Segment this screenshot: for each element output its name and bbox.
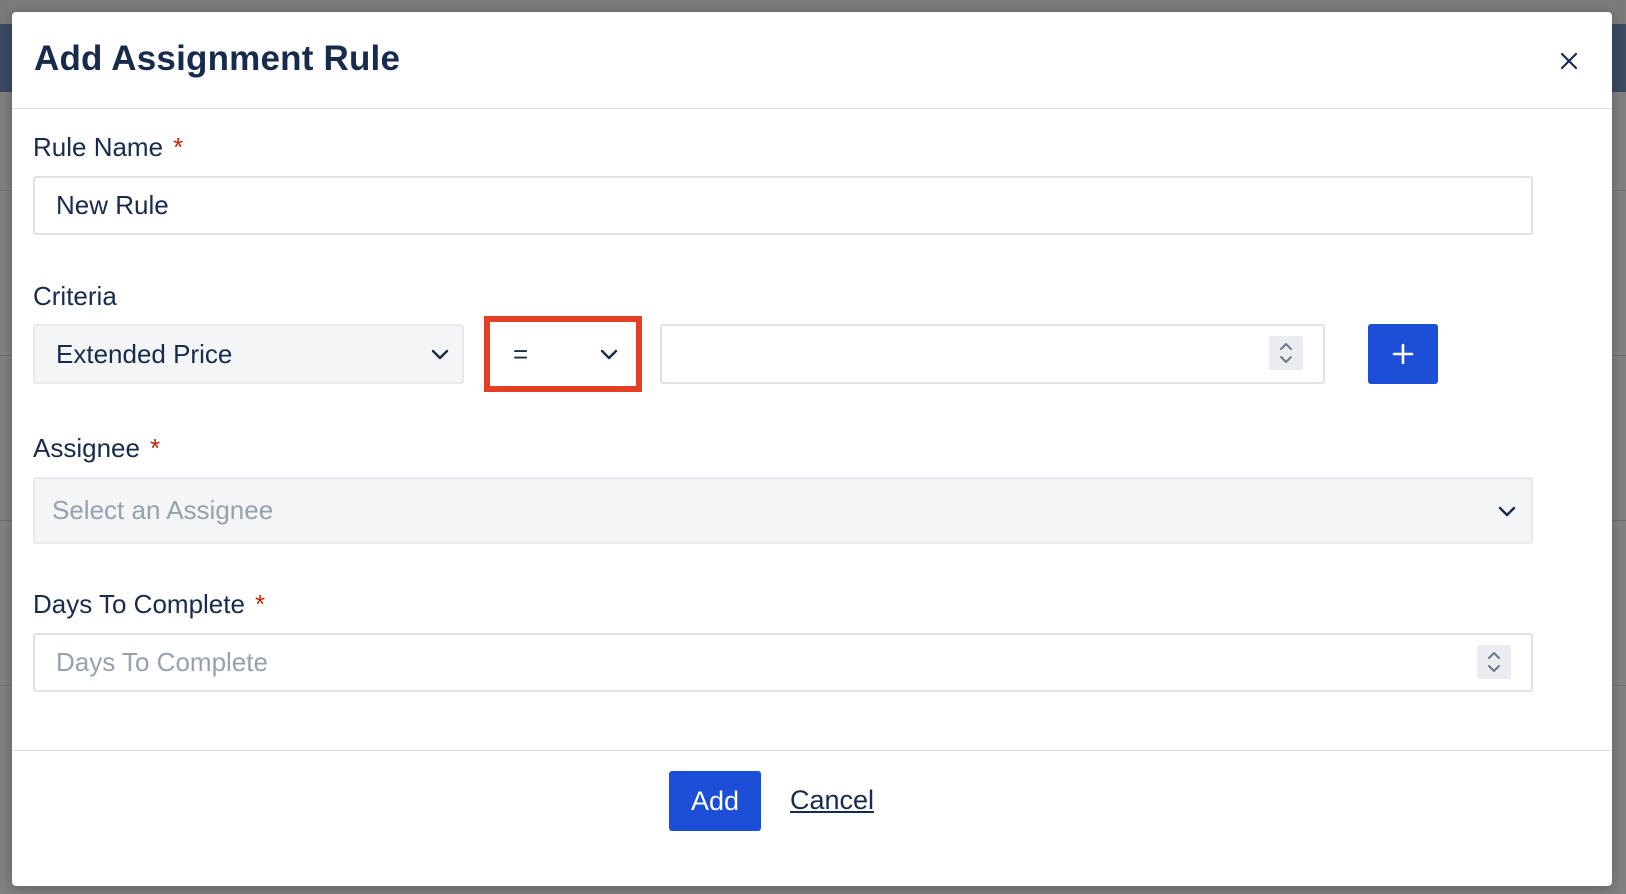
- add-criteria-button[interactable]: [1368, 324, 1438, 384]
- chevron-down-icon: [1498, 506, 1516, 517]
- rule-name-label: Rule Name *: [33, 132, 183, 163]
- add-button[interactable]: Add: [669, 771, 761, 831]
- criteria-value-input[interactable]: [660, 324, 1325, 384]
- rule-name-label-text: Rule Name: [33, 132, 164, 162]
- criteria-label: Criteria: [33, 281, 117, 311]
- modal-footer: [12, 750, 1612, 886]
- days-to-complete-stepper[interactable]: [1477, 645, 1511, 679]
- modal-header: Add Assignment Rule: [12, 12, 1612, 109]
- assignee-select[interactable]: Select an Assignee: [33, 477, 1533, 544]
- criteria-value-stepper[interactable]: [1269, 336, 1303, 370]
- modal-title: Add Assignment Rule: [34, 39, 401, 78]
- up-down-arrows-icon: [1488, 652, 1500, 672]
- days-to-complete-label-text: Days To Complete: [33, 589, 245, 619]
- days-to-complete-label: Days To Complete *: [33, 589, 265, 620]
- close-button[interactable]: [1556, 48, 1582, 74]
- assignee-placeholder: Select an Assignee: [52, 495, 274, 525]
- up-down-arrows-icon: [1280, 343, 1292, 363]
- chevron-down-icon: [431, 349, 449, 360]
- criteria-field-value: Extended Price: [56, 338, 233, 369]
- required-marker: *: [149, 433, 161, 463]
- required-marker: *: [254, 589, 266, 619]
- assignee-label: Assignee *: [33, 433, 160, 464]
- days-to-complete-input[interactable]: [33, 633, 1533, 692]
- required-marker: *: [173, 132, 184, 162]
- close-icon: [1560, 52, 1578, 70]
- rule-name-input[interactable]: [33, 176, 1533, 235]
- cancel-link[interactable]: Cancel: [790, 785, 874, 816]
- assignee-label-text: Assignee: [33, 433, 140, 463]
- criteria-field-select[interactable]: Extended Price: [33, 324, 464, 384]
- plus-icon: [1392, 343, 1414, 365]
- operator-highlight-box: [484, 316, 642, 392]
